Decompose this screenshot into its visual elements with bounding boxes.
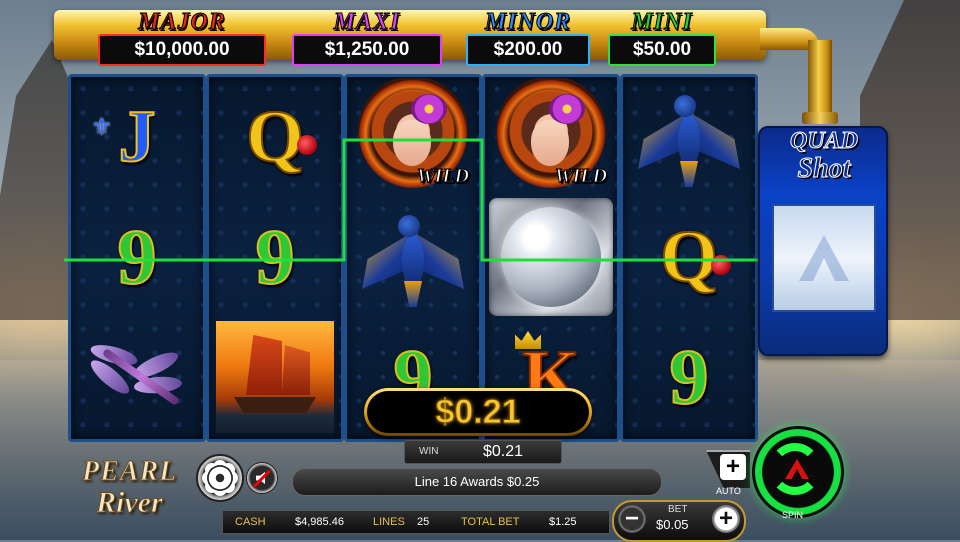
jackpot-minor-label: MINOR bbox=[484, 9, 572, 35]
wild-label: WILD bbox=[416, 165, 469, 188]
quad-shot-title: QUAD bbox=[789, 128, 858, 155]
symbol-cell bbox=[71, 317, 203, 437]
wild-label: WILD bbox=[554, 165, 607, 188]
quad-shot-logo: QUAD Shot bbox=[766, 128, 882, 200]
lines-label: LINES bbox=[373, 516, 405, 528]
symbol-cell: Q bbox=[623, 197, 755, 317]
reel-2: Q 9 bbox=[206, 74, 344, 442]
cash-label: CASH bbox=[235, 516, 266, 528]
gear-icon bbox=[207, 465, 233, 491]
logo-line1: PEARL bbox=[81, 456, 178, 488]
jackpot-mini-label: MINI bbox=[631, 9, 693, 35]
jackpot-pipe-down bbox=[808, 40, 832, 120]
jackpot-minor: MINOR $200.00 bbox=[466, 9, 590, 66]
dragonfly-icon bbox=[82, 327, 192, 427]
jackpot-maxi: MAXI $1,250.00 bbox=[292, 9, 442, 66]
symbol-cell: WILD bbox=[347, 77, 479, 197]
stats-bar: CASH $4,985.46 LINES 25 TOTAL BET $1.25 bbox=[222, 510, 610, 534]
total-bet-value: $1.25 bbox=[549, 516, 577, 528]
reel-1: ⚜ J 9 bbox=[68, 74, 206, 442]
message-bar: Line 16 Awards $0.25 bbox=[292, 468, 662, 496]
wild-geisha-icon: WILD bbox=[487, 78, 615, 196]
quad-shot-panel: QUAD Shot bbox=[758, 126, 888, 356]
wild-geisha-icon: WILD bbox=[349, 78, 477, 196]
crane-icon bbox=[358, 207, 468, 307]
spin-label: SPIN bbox=[782, 510, 804, 520]
total-bet-label: TOTAL BET bbox=[461, 516, 520, 528]
autoplay-label: AUTO bbox=[716, 486, 741, 496]
win-amount-value: $0.21 bbox=[367, 391, 589, 433]
jackpot-major-label: MAJOR bbox=[138, 9, 226, 35]
quad-shot-subtitle: Shot bbox=[797, 153, 851, 184]
symbol-q: Q bbox=[659, 216, 719, 298]
symbol-cell: WILD bbox=[485, 77, 617, 197]
bet-value: $0.05 bbox=[656, 517, 689, 532]
lines-value: 25 bbox=[417, 516, 430, 528]
autoplay-button[interactable]: + AUTO bbox=[706, 450, 750, 496]
jackpot-maxi-amount: $1,250.00 bbox=[292, 34, 442, 66]
reel-5: Q 9 bbox=[620, 74, 758, 442]
junk-ship-icon bbox=[216, 321, 334, 433]
jackpot-major: MAJOR $10,000.00 bbox=[98, 9, 266, 66]
symbol-nine: 9 bbox=[117, 213, 158, 300]
symbol-cell bbox=[623, 77, 755, 197]
settings-button[interactable] bbox=[196, 454, 244, 502]
pearl-icon bbox=[489, 198, 613, 316]
symbol-q: Q bbox=[245, 96, 305, 178]
crown-icon bbox=[515, 331, 541, 349]
rose-icon bbox=[297, 135, 317, 155]
win-amount-display: $0.21 bbox=[364, 388, 592, 436]
jackpot-mini-amount: $50.00 bbox=[608, 34, 716, 66]
bet-label: BET bbox=[668, 504, 688, 515]
bet-increase-button[interactable]: + bbox=[712, 505, 740, 533]
bet-decrease-button[interactable]: − bbox=[618, 505, 646, 533]
jackpot-minor-amount: $200.00 bbox=[466, 34, 590, 66]
cash-value: $4,985.46 bbox=[295, 516, 344, 528]
sound-toggle-button[interactable] bbox=[246, 462, 278, 494]
symbol-cell: 9 bbox=[623, 317, 755, 437]
quad-shot-reel-window bbox=[772, 204, 876, 312]
crane-icon bbox=[634, 87, 744, 187]
jackpot-maxi-label: MAXI bbox=[333, 9, 401, 35]
symbol-cell bbox=[209, 317, 341, 437]
game-logo: PEARL River bbox=[58, 456, 198, 522]
fleur-de-lis-icon: ⚜ bbox=[91, 114, 113, 141]
ainsworth-logo-icon bbox=[799, 235, 849, 281]
reel-4: WILD K bbox=[482, 74, 620, 442]
symbol-cell: Q bbox=[209, 77, 341, 197]
spin-button[interactable] bbox=[752, 426, 844, 518]
plus-icon: + bbox=[720, 454, 746, 480]
symbol-cell bbox=[347, 197, 479, 317]
symbol-cell bbox=[485, 197, 617, 317]
bet-control: − BET $0.05 + bbox=[612, 500, 746, 542]
win-bar: WIN $0.21 bbox=[404, 440, 562, 464]
rose-icon bbox=[711, 255, 731, 275]
jackpot-pipe-cap bbox=[802, 112, 838, 124]
win-value: $0.21 bbox=[483, 443, 524, 460]
win-label: WIN bbox=[419, 446, 439, 457]
symbol-cell: ⚜ J bbox=[71, 77, 203, 197]
reel-3: WILD 9 bbox=[344, 74, 482, 442]
symbol-nine: 9 bbox=[255, 213, 296, 300]
jackpot-mini: MINI $50.00 bbox=[608, 9, 716, 66]
symbol-cell: 9 bbox=[71, 197, 203, 317]
symbol-nine: 9 bbox=[669, 333, 710, 420]
logo-line2: River bbox=[96, 486, 164, 520]
jackpot-major-amount: $10,000.00 bbox=[98, 34, 266, 66]
symbol-cell: 9 bbox=[209, 197, 341, 317]
symbol-j: J bbox=[118, 96, 157, 178]
